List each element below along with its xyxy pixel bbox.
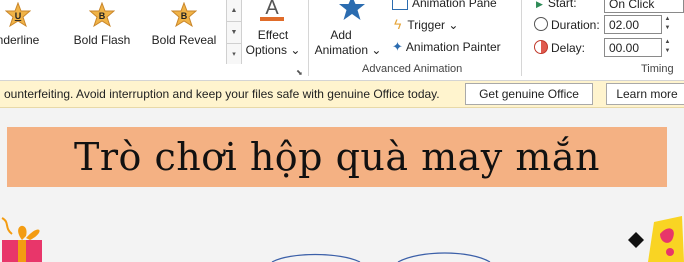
animation-painter-icon: ✦ bbox=[392, 39, 403, 54]
start-label: ▶ Start: bbox=[536, 0, 577, 10]
add-animation-label-2: Animation ⌄ bbox=[314, 43, 382, 57]
get-genuine-office-button[interactable]: Get genuine Office bbox=[465, 83, 593, 105]
effect-options-icon: A bbox=[260, 0, 284, 21]
animation-underline[interactable]: U nderline bbox=[0, 0, 58, 60]
svg-text:B: B bbox=[99, 11, 106, 21]
animation-painter-label: Animation Painter bbox=[405, 40, 501, 54]
gift-box-right-icon bbox=[628, 216, 684, 262]
bold-flash-label: Bold Flash bbox=[73, 33, 131, 47]
duration-input[interactable]: 02.00 bbox=[604, 15, 662, 34]
slide-title: Trò chơi hộp quà may mắn bbox=[73, 135, 601, 179]
dialog-launcher-icon[interactable]: ⬊ bbox=[296, 68, 303, 77]
underline-label: nderline bbox=[0, 33, 40, 47]
slide-canvas[interactable]: Trò chơi hộp quà may mắn bbox=[0, 108, 684, 262]
gallery-scrollbar[interactable]: ▲ ▼ ▾ bbox=[226, 0, 242, 64]
effect-options-label-2: Options ⌄ bbox=[245, 43, 301, 57]
effect-options-button[interactable]: A Effect Options ⌄ bbox=[244, 0, 302, 62]
delay-spinner[interactable]: ▲ ▼ bbox=[662, 38, 673, 57]
add-animation-star-icon bbox=[339, 0, 365, 20]
delay-label: Delay: bbox=[534, 40, 585, 55]
learn-more-button[interactable]: Learn more bbox=[606, 83, 684, 105]
duration-spinner[interactable]: ▲ ▼ bbox=[662, 15, 673, 34]
separator bbox=[521, 0, 522, 76]
effect-options-label-1: Effect bbox=[257, 28, 289, 42]
gallery-more-icon[interactable]: ▾ bbox=[227, 44, 241, 65]
trigger-label: Trigger ⌄ bbox=[407, 18, 459, 32]
add-animation-label-1: Add bbox=[330, 28, 352, 42]
trigger-button[interactable]: ϟ Trigger ⌄ bbox=[394, 15, 458, 33]
decorative-arcs bbox=[271, 252, 491, 262]
add-animation-button[interactable]: Add Animation ⌄ bbox=[312, 0, 384, 62]
timing-group-label: Timing bbox=[641, 63, 674, 75]
animation-bold-reveal[interactable]: B Bold Reveal bbox=[144, 0, 224, 60]
ribbon: U nderline B Bold Flash B Bold Reveal ▲ … bbox=[0, 0, 684, 81]
underline-star-icon: U bbox=[5, 2, 31, 28]
svg-text:A: A bbox=[265, 0, 279, 19]
duration-label: Duration: bbox=[534, 17, 600, 32]
bold-flash-star-icon: B bbox=[89, 2, 115, 28]
gallery-scroll-down-icon[interactable]: ▼ bbox=[227, 22, 241, 44]
animation-painter-button[interactable]: ✦ Animation Painter bbox=[392, 38, 501, 56]
delay-input[interactable]: 00.00 bbox=[604, 38, 662, 57]
separator bbox=[308, 0, 309, 76]
slide-title-box[interactable]: Trò chơi hộp quà may mắn bbox=[7, 127, 667, 187]
bold-reveal-star-icon: B bbox=[171, 2, 197, 28]
delay-clock-icon bbox=[534, 40, 548, 54]
animation-bold-flash[interactable]: B Bold Flash bbox=[62, 0, 142, 60]
ribbon-curl-icon bbox=[1, 217, 13, 235]
animation-pane-button[interactable]: Animation Pane bbox=[392, 0, 497, 12]
message-bar: ounterfeiting. Avoid interruption and ke… bbox=[0, 81, 684, 108]
svg-text:U: U bbox=[15, 11, 22, 21]
bold-reveal-label: Bold Reveal bbox=[151, 33, 217, 47]
svg-text:B: B bbox=[181, 11, 188, 21]
gallery-scroll-up-icon[interactable]: ▲ bbox=[227, 0, 241, 22]
animation-pane-label: Animation Pane bbox=[412, 0, 497, 10]
message-bar-text: ounterfeiting. Avoid interruption and ke… bbox=[4, 87, 440, 101]
lightning-icon: ϟ bbox=[394, 16, 402, 32]
start-dropdown[interactable]: On Click bbox=[604, 0, 684, 13]
animation-pane-icon bbox=[392, 0, 408, 10]
advanced-animation-group-label: Advanced Animation bbox=[362, 63, 463, 75]
clock-icon bbox=[534, 17, 548, 31]
start-icon: ▶ bbox=[536, 0, 543, 9]
